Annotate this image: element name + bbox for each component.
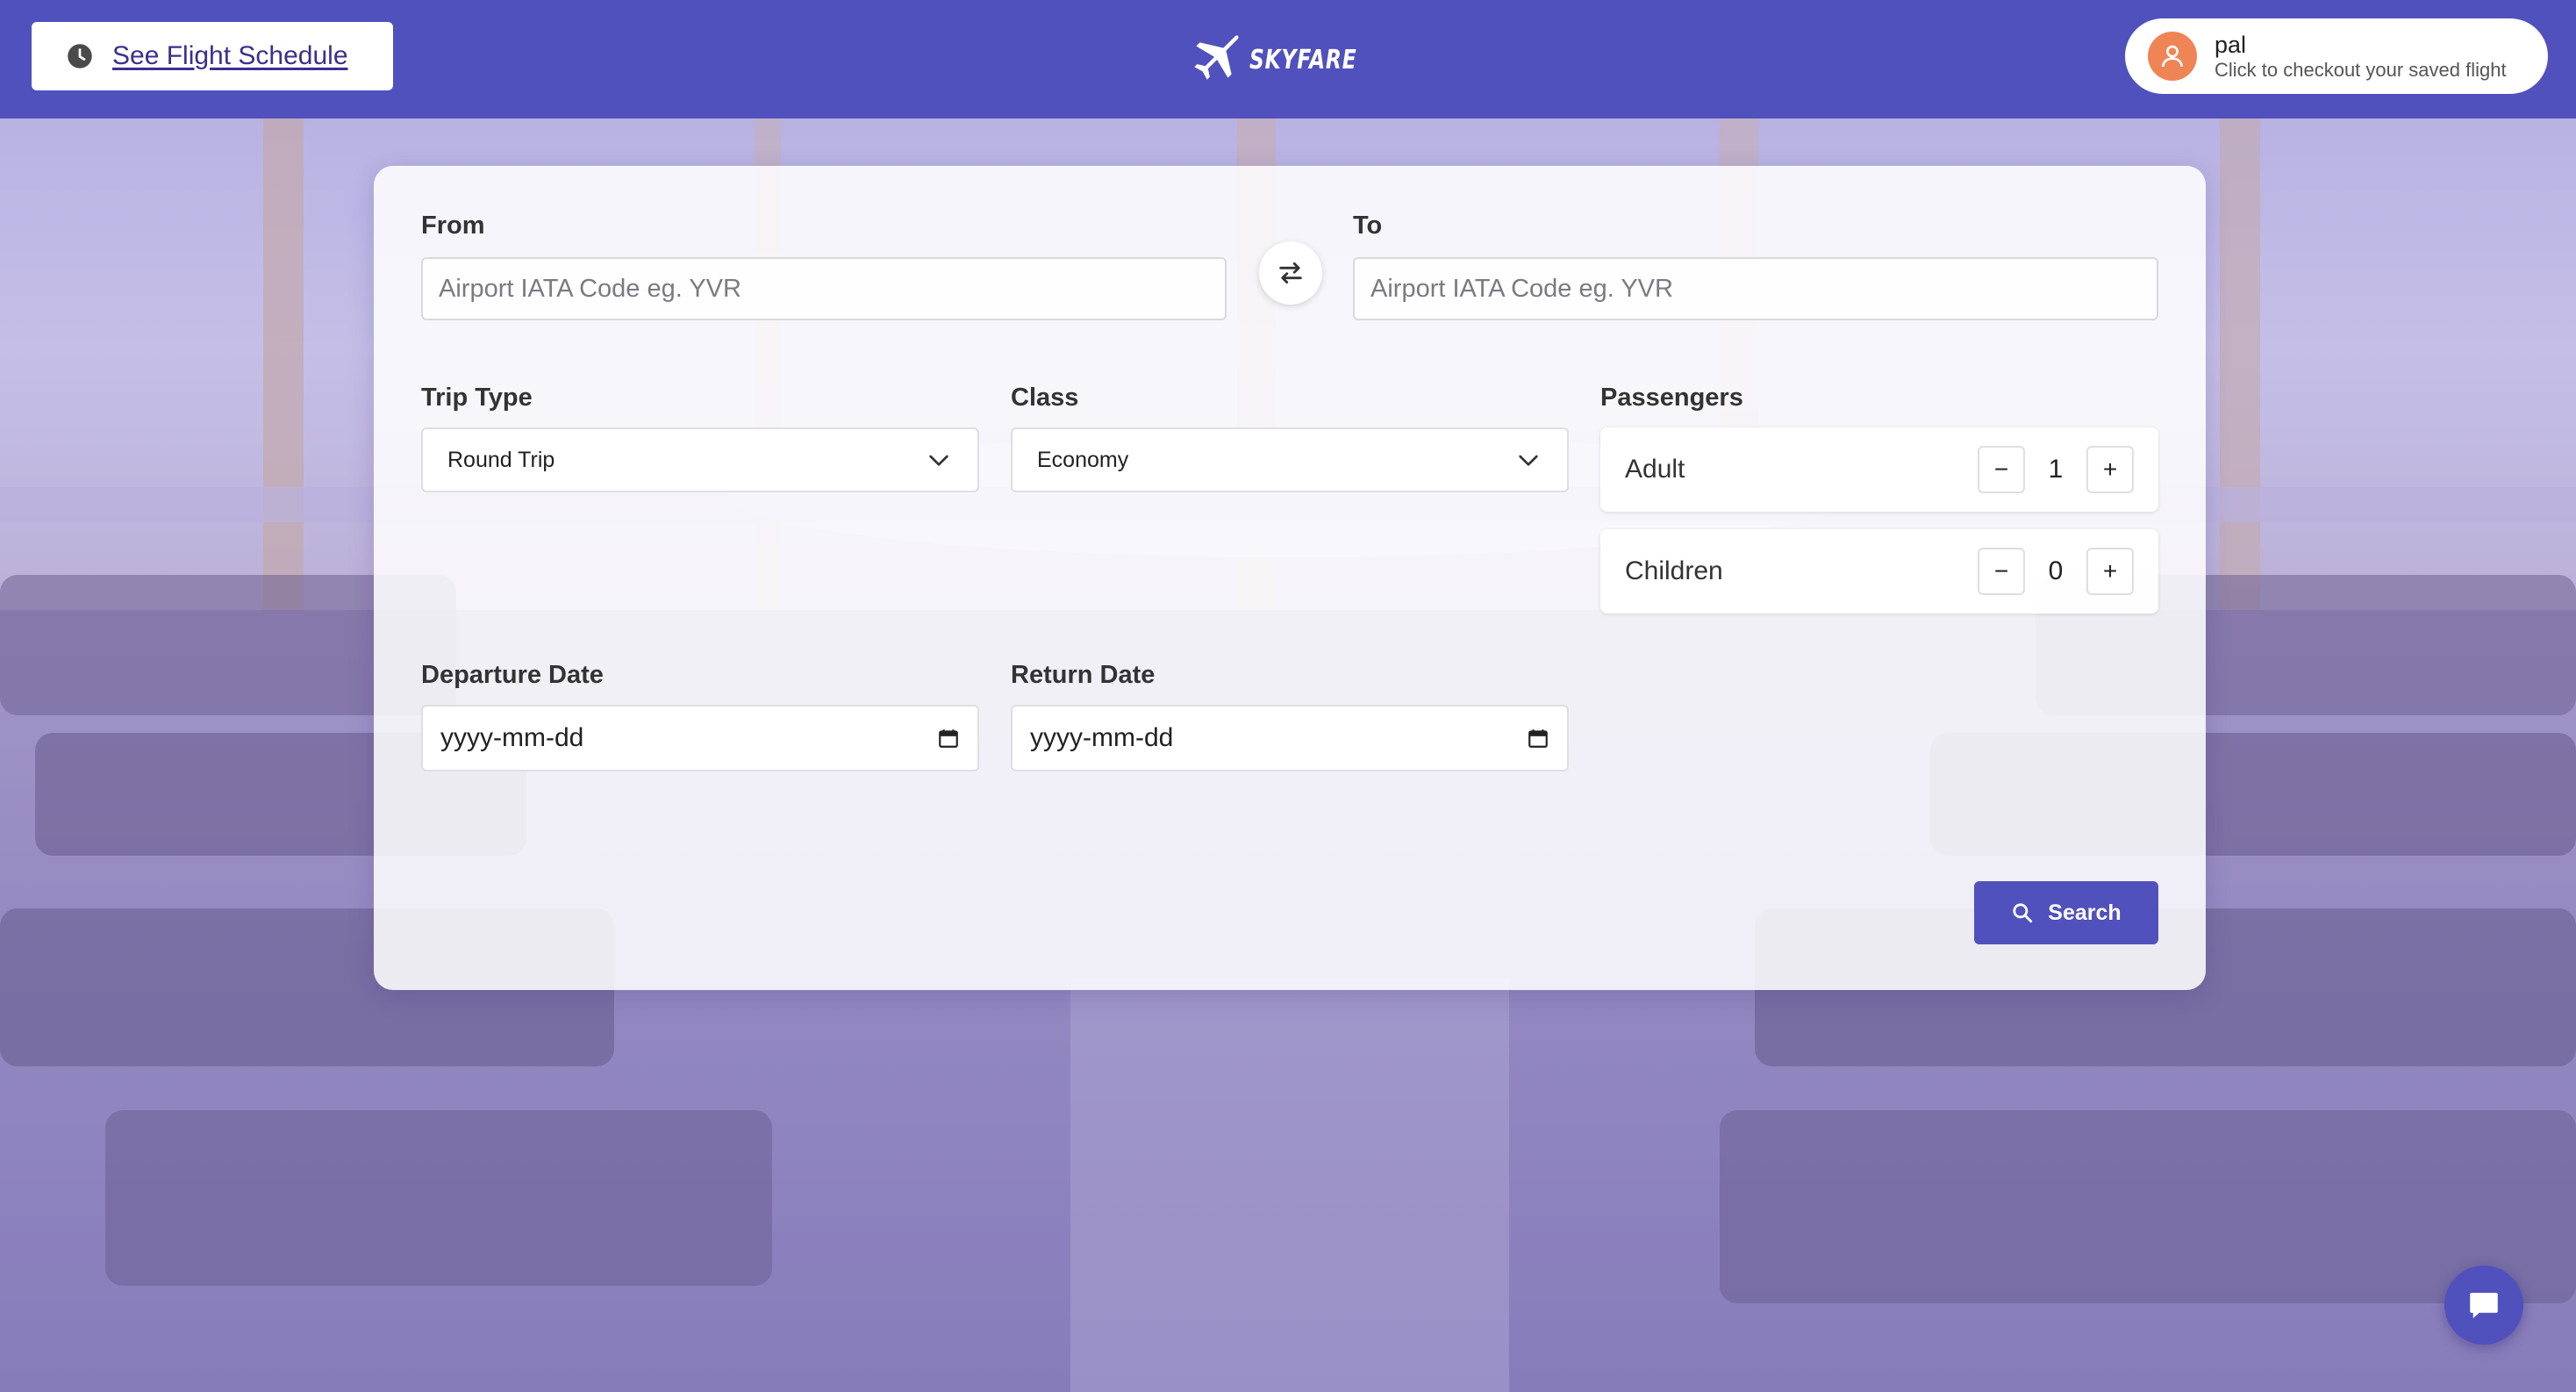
chevron-down-icon: [1519, 455, 1538, 466]
saved-flight-hint: Click to checkout your saved flight: [2215, 58, 2507, 81]
clock-icon: [68, 44, 92, 68]
search-icon: [2013, 903, 2033, 923]
brand-name: SKYFARE: [1249, 44, 1357, 75]
chat-bubble-icon: [2470, 1293, 2498, 1318]
adult-label: Adult: [1625, 455, 1685, 484]
departure-date-input[interactable]: yyyy-mm-dd: [421, 705, 979, 771]
calendar-icon[interactable]: [1527, 727, 1549, 750]
class-select[interactable]: Economy: [1011, 427, 1569, 492]
see-flight-schedule-label[interactable]: See Flight Schedule: [112, 41, 348, 71]
children-label: Children: [1625, 556, 1723, 585]
airplane-icon: [1194, 35, 1239, 80]
adult-decrement-button[interactable]: −: [1978, 446, 2025, 493]
see-flight-schedule-button[interactable]: See Flight Schedule: [32, 22, 393, 90]
trip-type-value: Round Trip: [447, 447, 555, 472]
adult-passenger-row: Adult − 1 +: [1600, 427, 2158, 512]
adult-count: 1: [2048, 455, 2064, 484]
children-decrement-button[interactable]: −: [1978, 548, 2025, 595]
skyfare-logo[interactable]: SKYFARE: [1184, 26, 1387, 93]
class-value: Economy: [1037, 447, 1129, 472]
to-airport-input[interactable]: [1353, 257, 2158, 320]
from-label: From: [421, 212, 485, 240]
passengers-label: Passengers: [1600, 384, 1743, 412]
search-button-label: Search: [2048, 900, 2122, 925]
trip-type-label: Trip Type: [421, 384, 533, 412]
departure-date-value: yyyy-mm-dd: [440, 723, 584, 752]
user-icon: [2162, 45, 2183, 68]
adult-increment-button[interactable]: +: [2086, 446, 2134, 493]
swap-airports-button[interactable]: [1259, 241, 1322, 305]
class-label: Class: [1011, 384, 1079, 412]
return-date-input[interactable]: yyyy-mm-dd: [1011, 705, 1569, 771]
calendar-icon[interactable]: [937, 727, 960, 750]
return-date-label: Return Date: [1011, 661, 1156, 689]
swap-arrows-icon: [1279, 262, 1302, 284]
return-date-value: yyyy-mm-dd: [1030, 723, 1174, 752]
to-label: To: [1353, 212, 1383, 240]
top-navbar: See Flight Schedule SKYFARE pal Click to…: [0, 0, 2576, 118]
search-button[interactable]: Search: [1974, 881, 2158, 944]
user-name: pal: [2215, 31, 2247, 58]
departure-date-label: Departure Date: [421, 661, 604, 689]
avatar: [2148, 32, 2197, 81]
from-airport-input[interactable]: [421, 257, 1227, 320]
flight-search-card: From To Trip Type Round Trip Class Econo…: [374, 166, 2206, 990]
user-saved-flights-button[interactable]: pal Click to checkout your saved flight: [2125, 18, 2548, 94]
children-count: 0: [2048, 556, 2064, 585]
chat-button[interactable]: [2444, 1266, 2523, 1345]
chevron-down-icon: [929, 455, 948, 466]
children-passenger-row: Children − 0 +: [1600, 529, 2158, 613]
trip-type-select[interactable]: Round Trip: [421, 427, 979, 492]
children-increment-button[interactable]: +: [2086, 548, 2134, 595]
